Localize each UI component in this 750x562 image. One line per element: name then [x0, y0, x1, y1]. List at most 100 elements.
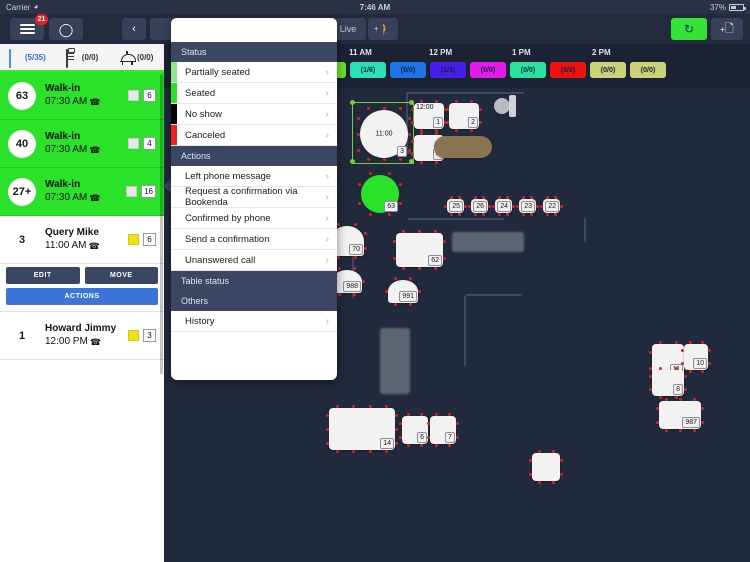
popup-menu-item[interactable]: Send a confirmation ›: [171, 229, 337, 250]
table-number-badge: 24: [497, 201, 511, 212]
battery-indicator: 37%: [710, 3, 746, 12]
chair-22[interactable]: 22: [540, 196, 563, 216]
selection-handle[interactable]: [409, 100, 414, 105]
table-seat-dot: [674, 341, 678, 344]
timeline-slot-chip[interactable]: (1/3): [430, 62, 466, 78]
chat-button[interactable]: ◯: [49, 18, 83, 40]
tab-reservations[interactable]: (5/35): [0, 48, 55, 68]
edit-button[interactable]: EDIT: [6, 267, 80, 284]
table-seat-dot: [394, 277, 397, 280]
table-62[interactable]: 62: [393, 230, 446, 270]
timeline-slot-chip[interactable]: (1/6): [350, 62, 386, 78]
popup-menu-item[interactable]: No show ›: [171, 104, 337, 125]
popup-item-label: Send a confirmation: [185, 233, 270, 245]
timeline-hour-label: 2 PM: [592, 48, 611, 57]
table-seat-dot: [407, 444, 410, 447]
table-10[interactable]: 10: [681, 341, 711, 373]
table-seat-dot: [407, 413, 410, 416]
reservation-status-swatch[interactable]: [128, 234, 139, 245]
table-6[interactable]: 6: [399, 413, 431, 447]
table-pill[interactable]: [434, 136, 492, 158]
popup-menu-item[interactable]: History ›: [171, 311, 337, 332]
reservation-guest-name: Query Mike: [45, 227, 99, 238]
table-14[interactable]: 14: [326, 405, 398, 453]
reservation-row[interactable]: 3 Query Mike 11:00 AM ☎ 6: [0, 216, 164, 264]
timeline-slot-chip[interactable]: (0/0): [470, 62, 506, 78]
selection-handle[interactable]: [350, 100, 355, 105]
popup-menu-item[interactable]: Seated ›: [171, 83, 337, 104]
table-seat-dot: [560, 204, 563, 208]
table-seat-dot: [411, 108, 414, 111]
selection-handle[interactable]: [409, 159, 414, 164]
table-seat-dot: [399, 421, 402, 425]
sidebar-scrollbar[interactable]: [160, 74, 163, 374]
chair-24[interactable]: 24: [492, 196, 515, 216]
chair-25[interactable]: 25: [444, 196, 467, 216]
tab-service[interactable]: (0/0): [109, 50, 164, 65]
selection-handle[interactable]: [350, 159, 355, 164]
table-987[interactable]: 987: [656, 398, 704, 432]
table-seat-dot: [337, 256, 340, 259]
popup-menu-item[interactable]: Confirmed by phone ›: [171, 208, 337, 229]
table-seat-dot: [455, 129, 458, 132]
reservation-row[interactable]: 1 Howard Jimmy 12:00 PM ☎ 3: [0, 312, 164, 360]
table-seat-dot: [678, 398, 682, 401]
reservation-row[interactable]: 27+ Walk-in 07:30 AM ☎ 16: [0, 168, 164, 216]
reservation-row[interactable]: 40 Walk-in 07:30 AM ☎ 4: [0, 120, 164, 168]
reservation-row[interactable]: 63 Walk-in 07:30 AM ☎ 6: [0, 72, 164, 120]
reservation-table-number: 3: [18, 233, 26, 246]
reservation-status-swatch[interactable]: [128, 90, 139, 101]
timeline-slot-chip[interactable]: (0/0): [590, 62, 626, 78]
reservation-status-swatch[interactable]: [126, 186, 138, 197]
popup-sections[interactable]: Status Partially seated › Seated › No show › Ca…: [171, 42, 337, 332]
reservation-sidebar[interactable]: (5/35) (0/0) (0/0) 63 Walk-in 07:30 AM ☎ 6 40…: [0, 44, 164, 562]
reservation-action-bar[interactable]: EDIT MOVE ACTIONS: [0, 264, 164, 312]
table-seat-dot: [352, 405, 356, 408]
table-seat-dot: [433, 230, 437, 233]
table-63[interactable]: 63: [358, 172, 402, 216]
walkin-button[interactable]: + 🚶: [368, 18, 398, 40]
wall-segment: [464, 296, 466, 366]
top-navigation-bar: 21 ◯ ‹ Live + 🚶 ↻ + 🗋: [0, 14, 750, 44]
table-seat-dot: [409, 277, 412, 280]
table-1[interactable]: 12:00 1: [411, 100, 447, 132]
timeline-slot-chip[interactable]: (0/0): [630, 62, 666, 78]
move-button[interactable]: MOVE: [84, 267, 158, 284]
table-seat-dot: [656, 406, 659, 410]
popup-menu-item[interactable]: Unanswered call ›: [171, 250, 337, 271]
reservation-status-swatch[interactable]: [128, 330, 139, 341]
chair-26[interactable]: 26: [468, 196, 491, 216]
sidebar-tab-bar[interactable]: (5/35) (0/0) (0/0): [0, 44, 164, 72]
popup-menu-item[interactable]: Request a confirmation via Bookenda ›: [171, 186, 337, 208]
table-7[interactable]: 7: [427, 413, 459, 447]
reservation-list[interactable]: 63 Walk-in 07:30 AM ☎ 6 40 Walk-in 07:30 AM ☎ 4 27…: [0, 72, 164, 360]
reservation-status-swatch[interactable]: [128, 138, 139, 149]
add-reservation-button[interactable]: + 🗋: [711, 18, 743, 40]
table-seat-dot: [411, 121, 414, 124]
reservation-party-size: 3: [143, 329, 156, 342]
table-corner[interactable]: [529, 450, 563, 484]
table-8[interactable]: 8: [649, 367, 687, 399]
back-button[interactable]: ‹: [122, 18, 146, 40]
table-seat-dot: [358, 183, 361, 186]
popup-menu-item[interactable]: Left phone message ›: [171, 166, 337, 187]
popup-menu-item[interactable]: Canceled ›: [171, 125, 337, 146]
timeline-slot-chip[interactable]: (0/0): [510, 62, 546, 78]
table-3-selected[interactable]: 11:00 3: [350, 100, 414, 164]
tab-reservations-count: (5/35): [24, 52, 46, 62]
table-number-badge: 6: [417, 432, 427, 443]
popup-menu-item[interactable]: Partially seated ›: [171, 62, 337, 83]
reservation-actions-popup[interactable]: Status Partially seated › Seated › No show › Ca…: [171, 18, 337, 380]
chair-23[interactable]: 23: [516, 196, 539, 216]
tab-waitlist[interactable]: (0/0): [55, 48, 110, 68]
table-2[interactable]: 2: [446, 100, 482, 132]
timeline-slot-chip[interactable]: (0/0): [550, 62, 586, 78]
menu-button[interactable]: 21: [10, 14, 48, 40]
timeline-slot-chip[interactable]: (0/0): [390, 62, 426, 78]
table-seat-dot: [708, 362, 711, 365]
actions-button[interactable]: ACTIONS: [6, 288, 158, 305]
popup-item-label: History: [185, 315, 215, 327]
refresh-button[interactable]: ↻: [671, 18, 707, 40]
table-seat-dot: [664, 429, 668, 432]
table-991[interactable]: 991: [385, 277, 421, 306]
